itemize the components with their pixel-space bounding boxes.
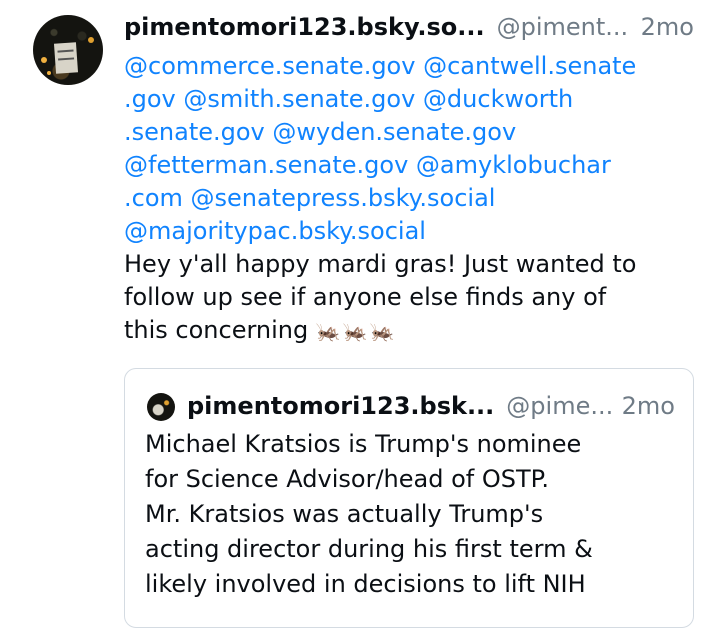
quoted-post[interactable]: pimentomori123.bsk... @pime... 2mo Micha…	[124, 368, 694, 628]
mention-line[interactable]: @majoritypac.bsky.social	[124, 215, 694, 248]
post-body: @commerce.senate.gov @cantwell.senate .g…	[124, 50, 694, 348]
post-header: pimentomori123.bsky.so... @piment... 2mo	[124, 10, 694, 44]
quoted-author-display-name[interactable]: pimentomori123.bsk...	[187, 392, 494, 420]
quoted-author-handle[interactable]: @pime...	[506, 392, 613, 420]
quoted-post-timestamp[interactable]: 2mo	[622, 392, 675, 420]
mention-line[interactable]: .senate.gov @wyden.senate.gov	[124, 116, 694, 149]
quoted-text-line: Michael Kratsios is Trump's nominee	[145, 430, 582, 458]
post-timestamp[interactable]: 2mo	[641, 13, 694, 41]
avatar-light	[47, 71, 51, 75]
quoted-text-line: Mr. Kratsios was actually Trump's	[145, 500, 544, 528]
post-text-line: Hey y'all happy mardi gras! Just wanted …	[124, 250, 637, 278]
post-text-line: this concerning 🦗🦗🦗	[124, 314, 694, 348]
mention-line[interactable]: @fetterman.senate.gov @amyklobuchar	[124, 149, 694, 182]
mention-line[interactable]: .com @senatepress.bsky.social	[124, 182, 694, 215]
avatar-light	[41, 57, 47, 63]
quoted-post-header: pimentomori123.bsk... @pime... 2mo	[187, 389, 675, 423]
mention-line[interactable]: .gov @smith.senate.gov @duckworth	[124, 83, 694, 116]
post-text-fragment: this concerning	[124, 316, 309, 344]
cricket-emoji: 🦗🦗🦗	[315, 319, 397, 343]
post-text-line: follow up see if anyone else finds any o…	[124, 283, 607, 311]
author-avatar[interactable]	[33, 15, 103, 85]
quoted-text-line: acting director during his first term &	[145, 535, 593, 563]
quoted-text-line: likely involved in decisions to lift NIH	[145, 570, 586, 598]
quoted-author-avatar[interactable]	[147, 393, 175, 421]
avatar-light	[88, 37, 94, 43]
author-handle[interactable]: @piment...	[497, 13, 629, 41]
mention-line[interactable]: @commerce.senate.gov @cantwell.senate	[124, 50, 694, 83]
quoted-post-body: Michael Kratsios is Trump's nominee for …	[145, 427, 685, 602]
quoted-text-line: for Science Advisor/head of OSTP.	[145, 465, 549, 493]
author-display-name[interactable]: pimentomori123.bsky.so...	[124, 13, 485, 41]
avatar-sign-graphic	[53, 42, 79, 74]
